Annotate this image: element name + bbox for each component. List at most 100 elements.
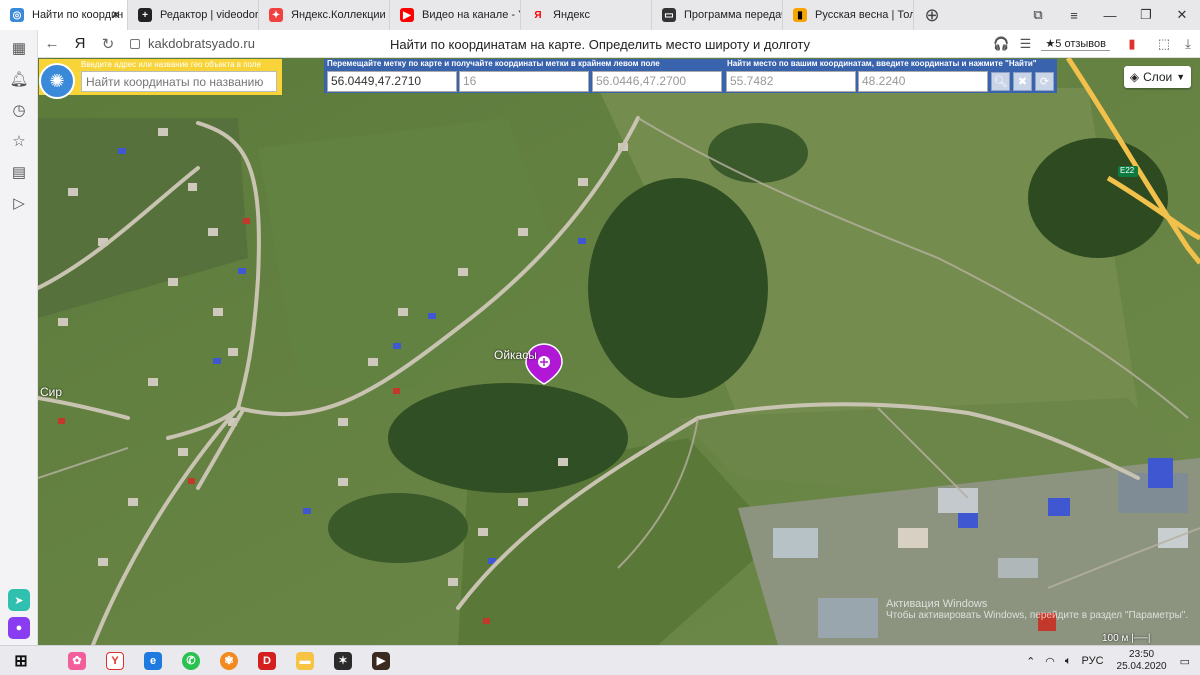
tab-editor[interactable]: + Редактор | videodoro [128, 0, 259, 30]
search-input[interactable] [81, 71, 277, 92]
play-icon[interactable]: ▷ [0, 187, 38, 218]
tab-yandex-collections[interactable]: ✦ Яндекс.Коллекции [259, 0, 390, 30]
tab-coordinates[interactable]: ◎ Найти по координ ✕ [0, 0, 128, 30]
tab-label: Программа передач [684, 9, 782, 21]
star-icon[interactable]: ☆ [0, 125, 38, 156]
grid-icon[interactable]: ▦ [0, 32, 38, 63]
minimize-button[interactable]: — [1092, 8, 1128, 23]
satellite-imagery [38, 58, 1200, 645]
url-domain: kakdobratsyado.ru [148, 36, 255, 51]
yandex-browser-app-icon[interactable]: Y [100, 646, 130, 675]
refresh-icon: ⟳ [1039, 76, 1050, 88]
longitude-input[interactable]: 48.2240 [858, 71, 988, 92]
layers-icon: ◈ [1129, 70, 1140, 84]
headphones-icon[interactable]: 🎧 [989, 36, 1013, 52]
bookmark-icon[interactable]: ▮ [1120, 36, 1144, 52]
url-field[interactable]: kakdobratsyado.ru [130, 36, 255, 51]
extensions-icon[interactable]: ⬚ [1152, 36, 1176, 52]
tab-label: Видео на канале - Yo [422, 9, 520, 21]
close-icon: ✖ [1017, 76, 1028, 88]
search-icon: 🔍︎ [993, 76, 1008, 88]
notes-icon[interactable]: ▤ [0, 156, 38, 187]
tab-russian-spring[interactable]: ▮ Русская весна | Толь [783, 0, 914, 30]
zoom-field[interactable]: 16 [459, 71, 589, 92]
place-label-oikasy: Ойкасы [494, 348, 537, 362]
plus-favicon-icon: + [138, 8, 152, 22]
center-coords-field[interactable]: 56.0446,47.2700 [592, 71, 722, 92]
system-tray: ⌃ ◠ 🔈︎ РУС 23:50 25.04.2020 ▭ [1021, 646, 1200, 675]
windows-start-icon[interactable]: ⊞ [6, 646, 36, 675]
photos-app-icon[interactable]: ✾ [214, 646, 244, 675]
watermark-text: Чтобы активировать Windows, перейдите в … [886, 610, 1189, 621]
scale-bar: |──| [1131, 633, 1151, 644]
windows-taskbar: ⊞ ✿ Y e ✆ ✾ D ▬ ✶ ▶ ⌃ ◠ 🔈︎ РУС 23:50 25.… [0, 645, 1200, 675]
yandex-button[interactable]: Я [66, 35, 94, 52]
tab-label: Найти по координ [32, 9, 124, 21]
geo-search-panel: ✺ Введите адрес или название гео объекта… [39, 59, 282, 99]
tab-tv-program[interactable]: ▭ Программа передач [652, 0, 783, 30]
video-editor-app-icon[interactable]: ▶ [366, 646, 396, 675]
tab-yandex[interactable]: Я Яндекс [521, 0, 652, 30]
place-label-sir: Сир [40, 385, 63, 399]
layers-button[interactable]: ◈ Слои ▼ [1124, 66, 1191, 88]
tab-label: Яндекс.Коллекции [291, 9, 386, 21]
menu-icon[interactable]: ≡ [1056, 8, 1092, 23]
notifications-icon[interactable]: ▭ [1175, 655, 1200, 668]
whatsapp-app-icon[interactable]: ✆ [176, 646, 206, 675]
clear-button[interactable]: ✖ [1013, 72, 1032, 91]
find-coords-hint: Найти место по вашим координатам, введит… [727, 59, 1037, 68]
downloads-icon[interactable]: ⤓ [1176, 36, 1200, 52]
watermark-title: Активация Windows [886, 598, 988, 610]
latitude-input[interactable]: 55.7482 [726, 71, 856, 92]
youtube-favicon-icon: ▶ [400, 8, 414, 22]
reader-mode-icon[interactable]: ☰ [1013, 36, 1037, 52]
collections-favicon-icon: ✦ [269, 8, 283, 22]
clock-time: 23:50 [1129, 649, 1155, 660]
close-tab-icon[interactable]: ✕ [111, 8, 121, 22]
network-icon[interactable]: ◠ [1040, 655, 1060, 668]
address-bar: ← Я ↻ kakdobratsyado.ru Найти по координ… [0, 30, 1200, 58]
tabs-overview-icon[interactable]: ⧉ [1020, 7, 1056, 23]
marker-coords-field[interactable]: 56.0449,47.2710 [327, 71, 457, 92]
tv-favicon-icon: ▭ [662, 8, 676, 22]
site-logo-icon[interactable]: ✺ [39, 63, 75, 99]
tab-label: Редактор | videodoro [160, 9, 258, 21]
clock[interactable]: 23:50 25.04.2020 [1109, 649, 1175, 673]
page-title: Найти по координатам на карте. Определит… [389, 37, 811, 52]
layers-label: Слои [1143, 70, 1173, 84]
close-window-button[interactable]: ✕ [1164, 7, 1200, 23]
reload-icon[interactable]: ↻ [94, 35, 122, 53]
road-badge-e22: E22 [1120, 166, 1135, 175]
refresh-button[interactable]: ⟳ [1035, 72, 1054, 91]
windows-activation-watermark: Активация Windows Чтобы активировать Win… [886, 598, 1188, 621]
browser-tab-bar: ◎ Найти по координ ✕ + Редактор | videod… [0, 0, 1200, 30]
d-app-icon[interactable]: D [252, 646, 282, 675]
tray-chevron-up-icon[interactable]: ⌃ [1021, 655, 1040, 668]
back-arrow-icon[interactable]: ← [38, 35, 66, 52]
edge-app-icon[interactable]: e [138, 646, 168, 675]
tab-youtube[interactable]: ▶ Видео на канале - Yo [390, 0, 521, 30]
new-tab-button[interactable]: ⊕ [918, 0, 946, 30]
marker-coords-hint: Перемещайте метку по карте и получайте к… [327, 59, 660, 68]
search-hint: Введите адрес или название гео объекта в… [81, 60, 261, 69]
browser-sidebar: ▦ 🔔︎ ◷ ☆ ▤ ▷ ➤ ● [0, 30, 38, 645]
file-explorer-icon[interactable]: ▬ [290, 646, 320, 675]
yandex-favicon-icon: Я [534, 9, 542, 21]
reviews-button[interactable]: ★5 отзывов [1041, 37, 1110, 51]
alice-app-icon[interactable]: ● [8, 617, 30, 639]
lock-icon [130, 38, 140, 49]
messenger-app-icon[interactable]: ➤ [8, 589, 30, 611]
site-favicon-icon: ◎ [10, 8, 24, 22]
language-indicator[interactable]: РУС [1077, 655, 1109, 667]
ribbon-favicon-icon: ▮ [793, 8, 807, 22]
volume-icon[interactable]: 🔈︎ [1060, 655, 1077, 668]
history-icon[interactable]: ◷ [0, 94, 38, 125]
satellite-map[interactable]: Ойкасы Сир E22 100 м |──| Активация Wind… [38, 58, 1200, 645]
window-controls: ⧉ ≡ — ❐ ✕ [1020, 0, 1200, 30]
maximize-button[interactable]: ❐ [1128, 7, 1164, 23]
bell-icon[interactable]: 🔔︎ [0, 63, 38, 94]
paint-app-icon[interactable]: ✿ [62, 646, 92, 675]
capture-app-icon[interactable]: ✶ [328, 646, 358, 675]
search-button[interactable]: 🔍︎ [991, 72, 1010, 91]
scale-label: 100 м [1102, 633, 1129, 644]
